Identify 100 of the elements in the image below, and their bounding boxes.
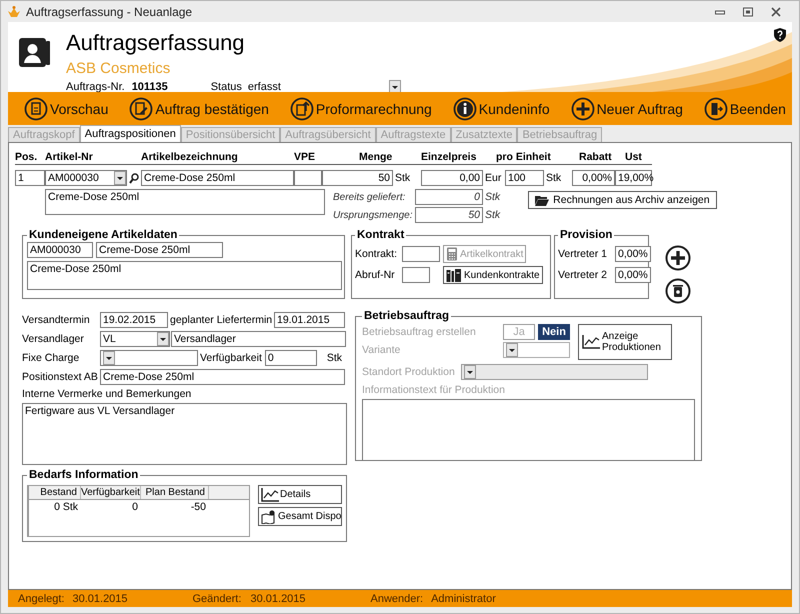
toolbar-button[interactable]: Auftrag bestätigen (127, 94, 271, 122)
dropdown-icon[interactable] (388, 80, 401, 92)
toolbar-button[interactable]: Beenden (702, 94, 788, 122)
company-name: ASB Cosmetics (66, 60, 172, 77)
dropdown-icon[interactable] (506, 343, 518, 357)
column-header: Rabatt (578, 150, 613, 162)
column-header: Artikelbezeichnung (141, 150, 239, 162)
notes-field[interactable]: Fertigware aus VL Versandlager (22, 403, 347, 465)
per-unit-field[interactable]: 100 (505, 170, 544, 186)
column-header: Einzelpreis (421, 150, 478, 162)
contact-book-icon (18, 35, 52, 69)
discount-field[interactable]: 0,00% (572, 170, 615, 186)
chart-icon (582, 335, 600, 349)
customer-description-field[interactable]: Creme-Dose 250ml (96, 242, 223, 258)
plus-icon (570, 96, 595, 120)
status-value: erfasst (248, 81, 282, 92)
warehouse-combo[interactable]: VL (100, 330, 170, 346)
table-header-cell: Verfügbarkeit (81, 486, 141, 499)
position-field[interactable]: 1 (15, 170, 45, 186)
add-icon[interactable] (665, 245, 691, 271)
close-icon[interactable] (771, 6, 781, 16)
original-quantity-field[interactable]: 50 (415, 207, 483, 223)
quantity-field[interactable]: 50 (322, 170, 393, 186)
table-cell-text: -50 (190, 500, 207, 514)
representative-label: Vertreter 2 (558, 269, 608, 281)
status-label: Anwender: (370, 592, 424, 604)
position-text-label: Positionstext AB (22, 370, 99, 382)
toolbar-button[interactable]: Proformarechnung (288, 94, 434, 122)
delivery-date-field[interactable]: 19.01.2015 (274, 312, 345, 328)
call-off-label: Abruf-Nr (355, 269, 396, 281)
info-text-field[interactable] (362, 399, 695, 461)
status-value: Administrator (431, 592, 497, 604)
status-label: Status (210, 81, 242, 92)
chart-icon (261, 488, 279, 502)
document-icon (24, 96, 48, 120)
contract-label: Kontrakt: (355, 248, 398, 260)
unit-label: Stk (394, 172, 412, 184)
availability-field[interactable]: 0 (264, 350, 317, 366)
table-header-cell: Plan Bestand (141, 486, 209, 499)
column-header: Pos. (15, 150, 38, 162)
toolbar-button[interactable]: Vorschau (22, 94, 110, 122)
document-pen-icon (129, 96, 154, 120)
article-text-field[interactable]: Creme-Dose 250ml (45, 189, 325, 215)
commission-field[interactable]: 0,00% (615, 267, 651, 283)
warehouse-label: Versandlager (22, 332, 85, 344)
representative-label: Vertreter 1 (558, 248, 608, 260)
notes-label: Interne Vermerke und Bemerkungen (22, 388, 192, 400)
site-label: Standort Produktion (362, 366, 456, 378)
app-icon (7, 4, 21, 18)
door-icon (704, 96, 728, 120)
order-number-label: Auftrags-Nr. (66, 81, 125, 92)
help-icon[interactable] (774, 28, 786, 42)
group-title: Provision (559, 229, 614, 241)
call-off-field[interactable] (402, 267, 430, 283)
delivery-date-label: geplanter Liefertermin (169, 314, 274, 326)
create-order-label: Betriebsauftrag erstellen (362, 326, 477, 338)
toolbar-button[interactable]: Neuer Auftrag (568, 94, 685, 122)
unit-label: Stk (484, 191, 500, 203)
commission-field[interactable]: 0,00% (615, 246, 651, 262)
position-text-field[interactable]: Creme-Dose 250ml (100, 368, 345, 384)
demand-button[interactable]: Details (258, 485, 342, 504)
warehouse-name-field[interactable]: Versandlager (171, 330, 346, 346)
archive-button[interactable]: Rechnungen aus Archiv anzeigen (528, 191, 717, 209)
group-title: Kontrakt (356, 229, 406, 241)
tab[interactable]: Auftragspositionen (80, 125, 181, 142)
ship-date-label: Versandtermin (22, 314, 91, 326)
original-quantity-label: Ursprungsmenge: (333, 210, 414, 220)
currency-label: Eur (484, 172, 502, 184)
description-field[interactable]: Creme-Dose 250ml (141, 170, 294, 186)
calculator-icon (446, 247, 458, 261)
group-title: Bedarfs Information (28, 469, 140, 481)
price-field[interactable]: 0,00 (421, 170, 483, 186)
search-icon[interactable] (129, 172, 139, 184)
delivered-label: Bereits geliefert: (333, 192, 406, 202)
ship-date-field[interactable]: 19.02.2015 (100, 312, 168, 328)
dropdown-icon[interactable] (157, 332, 169, 346)
column-header: Menge (358, 150, 393, 162)
status-value: 30.01.2015 (72, 592, 129, 604)
batch-combo[interactable] (100, 350, 198, 366)
trash-icon[interactable] (665, 278, 691, 304)
dropdown-icon[interactable] (114, 171, 126, 185)
restore-icon[interactable] (743, 6, 753, 16)
vpe-field[interactable] (294, 170, 322, 186)
delivered-field[interactable]: 0 (415, 189, 483, 205)
dropdown-icon[interactable] (464, 365, 476, 379)
contract-field[interactable] (402, 246, 440, 262)
toolbar-button[interactable]: Kundeninfo (450, 94, 552, 122)
info-text-label: Informationstext für Produktion (362, 384, 506, 396)
customer-text-field[interactable]: Creme-Dose 250ml (27, 261, 342, 290)
status-label: Angelegt: (18, 592, 66, 604)
column-header: Ust (624, 150, 643, 162)
article-number-combo[interactable]: AM000030 (45, 170, 127, 186)
dropdown-icon[interactable] (103, 350, 115, 364)
demand-button[interactable]: Gesamt Dispo (258, 507, 342, 526)
contract-button[interactable]: Kundenkontrakte (443, 266, 543, 284)
status-value: 30.01.2015 (250, 592, 307, 604)
table-header-cell: Bestand (29, 486, 81, 499)
vat-field[interactable]: 19,00% (615, 170, 652, 186)
unit-label: Stk (326, 352, 342, 364)
customer-article-number-field[interactable]: AM000030 (27, 242, 93, 258)
